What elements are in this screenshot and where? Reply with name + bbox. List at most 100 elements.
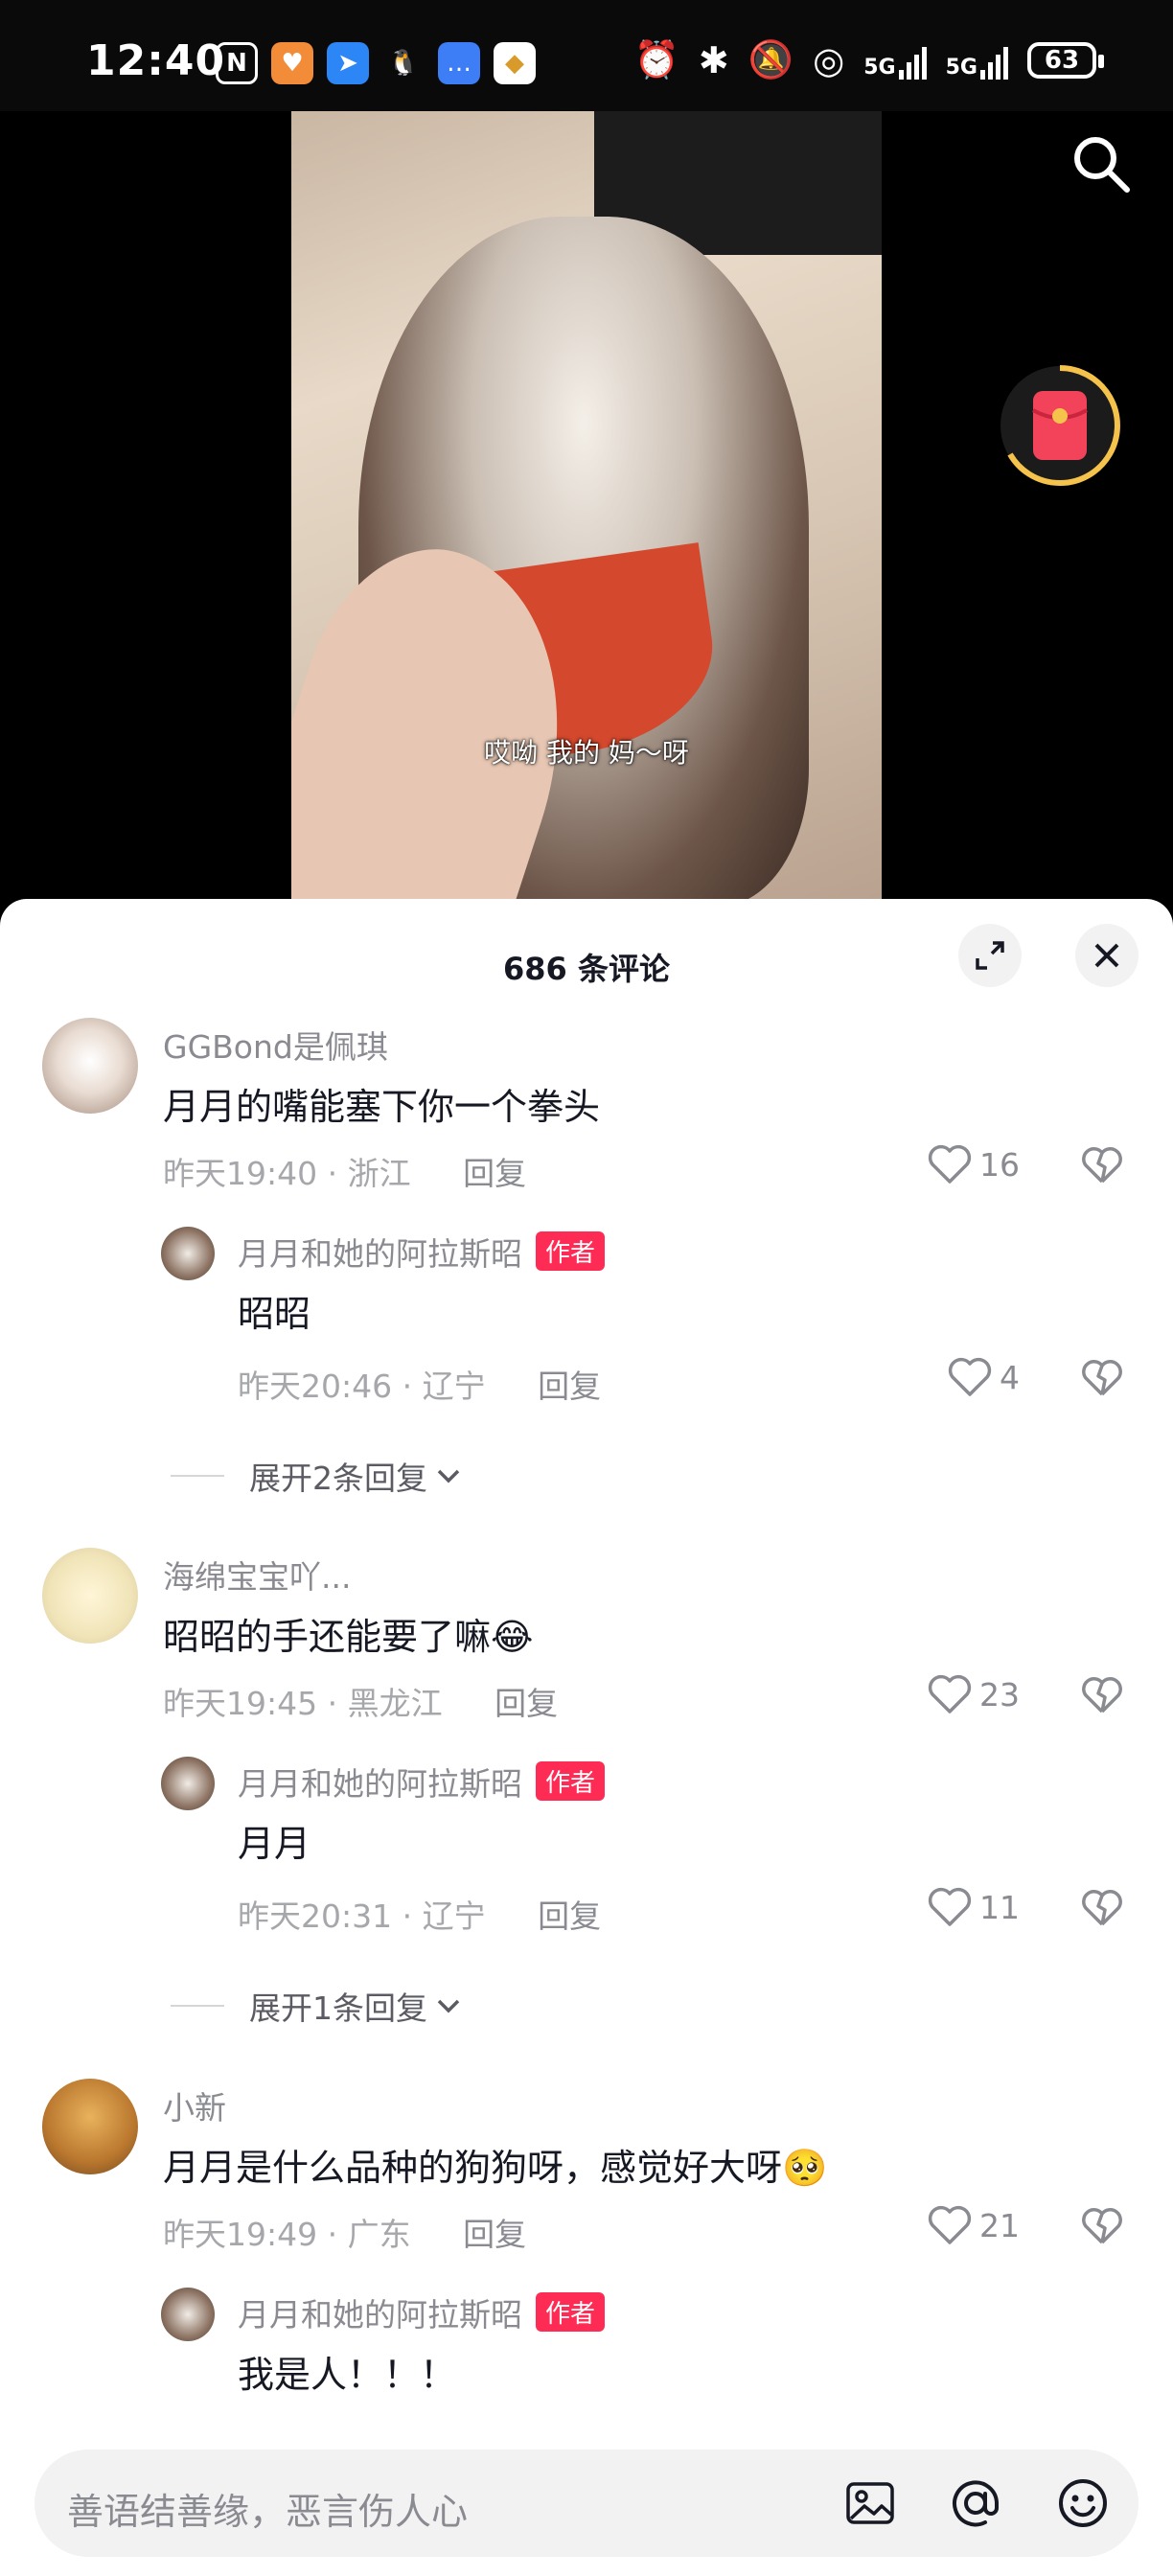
reply-username[interactable]: 月月和她的阿拉斯昭 作者	[238, 1759, 606, 1805]
reply-avatar[interactable]	[161, 1227, 215, 1280]
emoji-icon[interactable]	[1056, 2476, 1110, 2530]
comment-meta: 昨天19:45 · 黑龙江 回复	[163, 1685, 559, 1722]
broken-heart-icon[interactable]	[1081, 1359, 1123, 1397]
reply-time: 昨天20:31	[238, 1898, 393, 1935]
like-count: 21	[979, 2206, 1020, 2244]
search-icon[interactable]	[1070, 132, 1133, 196]
like-button[interactable]: 21	[928, 2205, 1020, 2245]
like-button[interactable]: 11	[928, 1887, 1020, 1927]
reply-username-text: 月月和她的阿拉斯昭	[238, 2296, 522, 2334]
nfc-icon: N	[216, 42, 258, 84]
mute-icon: 🔕	[748, 38, 794, 80]
like-count: 23	[979, 1675, 1020, 1714]
heart-icon	[948, 1357, 992, 1396]
reply-button[interactable]: 回复	[538, 1898, 601, 1935]
hotspot-icon: ◎	[813, 38, 845, 81]
system-icons: ⏰ ✱ 🔕 ◎ 5G 5G 63	[633, 38, 1104, 81]
reply-text[interactable]: 昭昭	[238, 1284, 310, 1337]
expand-replies-button[interactable]: 展开2条回复	[171, 1453, 462, 1499]
heart-icon	[928, 1887, 972, 1926]
reply-text[interactable]: 月月	[238, 1814, 310, 1867]
battery-level: 63	[1044, 45, 1080, 75]
signal-2-icon: 5G	[946, 41, 1008, 80]
expand-replies-button[interactable]: 展开1条回复	[171, 1983, 462, 2029]
reply-time: 昨天20:46	[238, 1368, 393, 1405]
close-button[interactable]	[1075, 924, 1138, 987]
comment-text[interactable]: 月月的嘴能塞下你一个拳头	[163, 1077, 600, 1130]
honor-icon: ◆	[494, 42, 536, 84]
reply-button[interactable]: 回复	[494, 1685, 558, 1722]
signal-2-label: 5G	[945, 55, 978, 80]
like-count: 16	[979, 1145, 1020, 1184]
qq-icon: 🐧	[387, 49, 420, 78]
reply-meta: 昨天20:31 · 辽宁 回复	[238, 1898, 602, 1935]
reply-avatar[interactable]	[161, 2288, 215, 2341]
avatar[interactable]	[42, 2079, 138, 2174]
like-button[interactable]: 4	[948, 1357, 1020, 1397]
heart-icon	[928, 2205, 972, 2244]
like-button[interactable]: 16	[928, 1144, 1020, 1184]
avatar[interactable]	[42, 1018, 138, 1114]
broken-heart-icon[interactable]	[1081, 2207, 1123, 2245]
comment-input-bar[interactable]: 善语结善缘，恶言伤人心	[34, 2450, 1138, 2557]
reply-location: 辽宁	[422, 1368, 486, 1405]
comment-time: 昨天19:49	[163, 2216, 318, 2253]
chevron-down-icon	[437, 1999, 460, 2013]
author-badge: 作者	[536, 1761, 606, 1801]
reply-text[interactable]: 我是人！！！	[238, 2345, 456, 2398]
close-icon	[1094, 943, 1119, 968]
video-player[interactable]: 哎呦 我的 妈～呀	[291, 111, 882, 899]
reply-username[interactable]: 月月和她的阿拉斯昭 作者	[238, 2289, 606, 2335]
comment-location: 浙江	[347, 1155, 411, 1192]
notification-icons: N ♥ ➤ 🐧 … ◆	[216, 42, 536, 84]
expand-replies-label: 展开1条回复	[249, 1990, 427, 2027]
reply-button[interactable]: 回复	[463, 1155, 526, 1192]
broken-heart-icon[interactable]	[1081, 1676, 1123, 1714]
expand-replies-label: 展开2条回复	[249, 1460, 427, 1497]
app-orange-icon: ♥	[271, 42, 313, 84]
reply-avatar[interactable]	[161, 1757, 215, 1810]
at-icon[interactable]	[949, 2476, 1002, 2530]
reply-username-text: 月月和她的阿拉斯昭	[238, 1765, 522, 1803]
comment-meta: 昨天19:40 · 浙江 回复	[163, 1155, 527, 1192]
comment-location: 黑龙江	[347, 1685, 443, 1722]
bluetooth-icon: ✱	[698, 38, 729, 81]
reply-username[interactable]: 月月和她的阿拉斯昭 作者	[238, 1229, 606, 1275]
comment-time: 昨天19:45	[163, 1685, 318, 1722]
comment-text[interactable]: 昭昭的手还能要了嘛😂	[163, 1607, 533, 1660]
author-badge: 作者	[536, 2292, 606, 2332]
message-icon: …	[438, 42, 480, 84]
heart-icon	[928, 1144, 972, 1184]
signal-1-icon: 5G	[863, 41, 927, 80]
comment-sheet: 686 条评论 GGBond是佩琪 月月的嘴能塞下你一个拳头 昨天19:40 ·…	[0, 899, 1173, 2576]
comment-username[interactable]: 海绵宝宝吖...	[163, 1552, 351, 1598]
red-packet-icon[interactable]	[997, 362, 1123, 489]
comment-location: 广东	[347, 2216, 411, 2253]
broken-heart-icon[interactable]	[1081, 1889, 1123, 1927]
fullscreen-icon	[976, 941, 1004, 970]
author-badge: 作者	[536, 1231, 606, 1271]
expand-button[interactable]	[958, 924, 1022, 987]
reply-meta: 昨天20:46 · 辽宁 回复	[238, 1368, 602, 1405]
avatar[interactable]	[42, 1548, 138, 1644]
like-count: 4	[1000, 1358, 1020, 1396]
comment-input[interactable]: 善语结善缘，恶言伤人心	[67, 2482, 468, 2535]
chevron-down-icon	[437, 1469, 460, 1484]
video-caption: 哎呦 我的 妈～呀	[484, 737, 689, 769]
app-blue-icon: ➤	[327, 42, 369, 84]
broken-heart-icon[interactable]	[1081, 1146, 1123, 1184]
like-button[interactable]: 23	[928, 1674, 1020, 1714]
status-bar: 12:40 N ♥ ➤ 🐧 … ◆ ⏰ ✱ 🔕 ◎ 5G 5G 63	[0, 0, 1173, 111]
comment-username[interactable]: GGBond是佩琪	[163, 1022, 388, 1068]
reply-location: 辽宁	[422, 1898, 486, 1935]
like-count: 11	[979, 1888, 1020, 1926]
reply-button[interactable]: 回复	[538, 1368, 601, 1405]
status-time: 12:40	[86, 36, 226, 85]
alarm-icon: ⏰	[633, 38, 679, 80]
image-icon[interactable]	[843, 2476, 897, 2530]
reply-button[interactable]: 回复	[463, 2216, 526, 2253]
comment-text[interactable]: 月月是什么品种的狗狗呀，感觉好大呀🥺	[163, 2138, 827, 2191]
reply-username-text: 月月和她的阿拉斯昭	[238, 1235, 522, 1273]
comment-username[interactable]: 小新	[163, 2082, 226, 2128]
battery-icon: 63	[1027, 41, 1104, 79]
